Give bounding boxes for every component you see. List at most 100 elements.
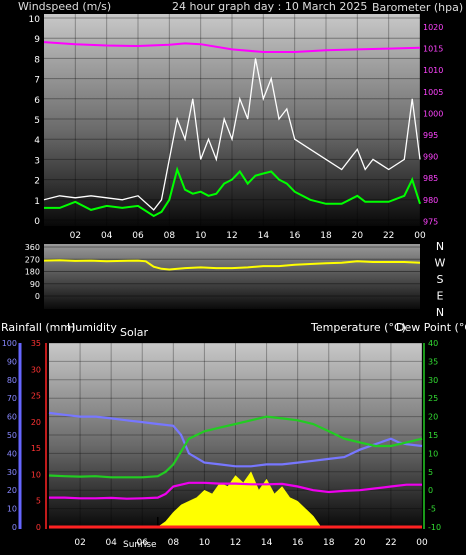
barometer-tick-label: 975 [423, 217, 438, 226]
rainfall-axis-label: Rainfall (mm) [1, 321, 75, 334]
barometer-tick-label: 980 [423, 196, 438, 205]
rainfall-tick-label: 20 [31, 418, 41, 427]
barometer-tick-label: 1010 [423, 66, 443, 75]
wind-x-tick-label: 02 [70, 231, 81, 241]
wind-x-ticks: 02 04 06 08 10 12 14 16 18 20 22 00 [70, 231, 426, 241]
temperature-tick-label: 0 [428, 486, 433, 495]
humidity-tick-label: 60 [7, 413, 17, 422]
climate-x-tick-label: 18 [323, 538, 335, 548]
wind-tick-label: 5 [34, 116, 40, 126]
wind-x-tick-label: 20 [352, 231, 364, 241]
wind-x-tick-label: 06 [132, 231, 144, 241]
climate-x-tick-label: 04 [105, 538, 117, 548]
barometer-tick-label: 1005 [423, 88, 443, 97]
wind-tick-label: 9 [34, 35, 40, 45]
compass-letter: N [436, 306, 444, 319]
rainfall-tick-label: 10 [31, 470, 41, 479]
wind-x-tick-label: 10 [195, 231, 207, 241]
temperature-tick-label: 30 [428, 376, 438, 385]
temperature-tick-label: 10 [428, 449, 438, 458]
wind-x-tick-label: 00 [414, 231, 426, 241]
barometer-tick-label: 1020 [423, 23, 443, 32]
wind-axis-ticks: 0 1 2 3 4 5 6 7 8 9 10 [29, 15, 41, 227]
wind-tick-label: 1 [34, 197, 40, 207]
humidity-axis-ticks: 0 10 20 30 40 50 60 70 80 90 100 [2, 339, 17, 532]
barometer-axis-label: Barometer (hpa) [372, 1, 463, 14]
barometer-tick-label: 985 [423, 174, 438, 183]
wind-x-tick-label: 14 [258, 231, 270, 241]
temperature-tick-label: 20 [428, 413, 438, 422]
temperature-tick-label: 15 [428, 431, 438, 440]
dewpoint-axis-label: Dew Point (°C) [396, 321, 466, 334]
temperature-tick-label: -5 [428, 505, 436, 514]
wind-tick-label: 0 [34, 217, 40, 227]
humidity-tick-label: 0 [12, 523, 17, 532]
climate-x-tick-label: 14 [261, 538, 273, 548]
wind-axis-label: Windspeed (m/s) [18, 0, 111, 13]
wind-tick-label: 8 [34, 55, 40, 65]
direction-panel-background [44, 244, 420, 309]
rainfall-tick-label: 15 [31, 444, 41, 453]
temperature-axis-label: Temperature (°C) [310, 321, 406, 334]
climate-x-tick-label: 16 [292, 538, 304, 548]
humidity-tick-label: 70 [7, 394, 17, 403]
wind-x-tick-label: 22 [383, 231, 394, 241]
wind-tick-label: 2 [34, 177, 40, 187]
direction-panel: 090180270360 NWSEN [25, 240, 446, 319]
rainfall-tick-label: 0 [36, 523, 41, 532]
graph-title: 24 hour graph day : 10 March 2025 [172, 0, 367, 13]
rainfall-tick-label: 5 [36, 497, 41, 506]
wind-tick-label: 3 [34, 156, 40, 166]
temperature-tick-label: 35 [428, 357, 438, 366]
wind-panel: 012345678910 975980985990995100010051010… [29, 14, 443, 241]
compass-letter: S [437, 273, 444, 286]
climate-x-tick-label: 02 [74, 538, 85, 548]
humidity-tick-label: 90 [7, 357, 17, 366]
direction-tick-label: 180 [25, 268, 40, 277]
temperature-axis-ticks: -10 -5 0 5 10 15 20 25 30 35 40 [428, 339, 441, 532]
weather-graph: 012345678910 975980985990995100010051010… [1, 0, 466, 550]
barometer-axis-ticks: 975 980 985 990 995 1000 1005 1010 1015 1020 [423, 23, 443, 226]
direction-axis-ticks: 0 90 180 270 360 [25, 243, 40, 301]
climate-x-tick-label: 08 [168, 538, 180, 548]
sunrise-label: Sunrise [123, 540, 157, 550]
compass-letter: W [435, 257, 446, 270]
direction-tick-label: 270 [25, 255, 40, 264]
wind-x-tick-label: 08 [164, 231, 176, 241]
humidity-axis-label: Humidity [67, 321, 117, 334]
wind-x-tick-label: 18 [320, 231, 332, 241]
climate-x-tick-label: 12 [230, 538, 241, 548]
wind-x-tick-label: 12 [226, 231, 237, 241]
rainfall-tick-label: 25 [31, 392, 41, 401]
humidity-tick-label: 80 [7, 376, 17, 385]
wind-tick-label: 10 [29, 15, 41, 25]
climate-panel: 0102030405060708090100 05101520253035 -1… [2, 339, 441, 548]
humidity-tick-label: 10 [7, 505, 17, 514]
direction-tick-label: 90 [30, 280, 40, 289]
wind-x-tick-label: 04 [101, 231, 113, 241]
direction-tick-label: 0 [35, 292, 40, 301]
barometer-tick-label: 995 [423, 131, 438, 140]
temperature-tick-label: 5 [428, 468, 433, 477]
temperature-tick-label: 40 [428, 339, 438, 348]
compass-letter: E [437, 290, 444, 303]
solar-axis-label: Solar [120, 326, 149, 339]
rainfall-tick-label: 30 [31, 365, 41, 374]
climate-x-tick-label: 10 [199, 538, 211, 548]
wind-tick-label: 6 [34, 96, 40, 106]
humidity-tick-label: 50 [7, 431, 17, 440]
climate-x-tick-label: 20 [354, 538, 366, 548]
barometer-tick-label: 990 [423, 153, 438, 162]
rainfall-tick-label: 35 [31, 339, 41, 348]
compass-letters: NWSEN [435, 240, 446, 319]
humidity-tick-label: 40 [7, 449, 17, 458]
temperature-tick-label: 25 [428, 394, 438, 403]
barometer-tick-label: 1000 [423, 109, 443, 118]
rainfall-axis-ticks: 0 5 10 15 20 25 30 35 [31, 339, 41, 532]
humidity-tick-label: 20 [7, 486, 17, 495]
humidity-tick-label: 100 [2, 339, 17, 348]
direction-tick-label: 360 [25, 243, 40, 252]
wind-x-tick-label: 16 [289, 231, 301, 241]
humidity-tick-label: 30 [7, 468, 17, 477]
temperature-tick-label: -10 [428, 523, 441, 532]
